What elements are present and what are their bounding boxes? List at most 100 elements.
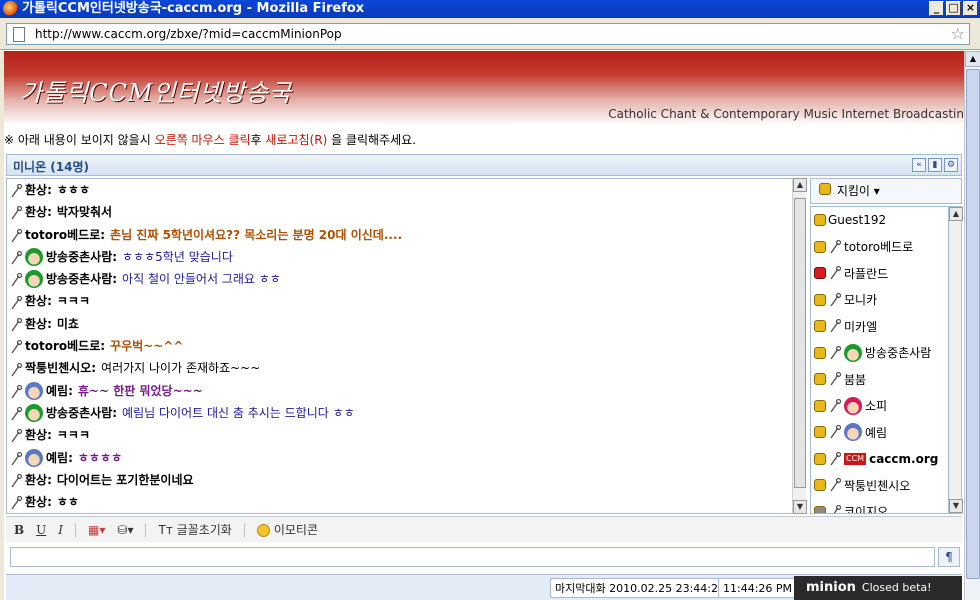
underline-button[interactable]: U [36, 523, 46, 537]
popout-icon[interactable]: ▮ [928, 158, 942, 172]
message-nick[interactable]: 환상: [25, 290, 52, 312]
close-button[interactable]: × [963, 1, 978, 16]
user-list-item[interactable]: CCM caccm.org [811, 446, 949, 473]
caccm-logo-icon: CCM [844, 452, 867, 465]
message-nick[interactable]: 짝퉁빈첸시오: [25, 357, 96, 379]
message-nick[interactable]: 환상: [25, 201, 52, 223]
microphone-icon [828, 425, 842, 439]
user-name: 소피 [865, 399, 888, 414]
role-badge-icon [814, 214, 826, 227]
message-nick[interactable]: 방송중촌사람: [46, 402, 117, 424]
user-name: totoro베드로 [844, 240, 914, 255]
chat-message: 환상: ㅋㅋㅋ [7, 424, 803, 446]
chat-message: totoro베드로: 촌님 진짜 5학년이셔요?? 목소리는 분명 20대 이신데… [7, 224, 803, 246]
message-nick[interactable]: 환상: [25, 313, 52, 335]
color-palette-icon[interactable]: ▦▾ [88, 523, 105, 537]
message-text: ㅋㅋㅋ [56, 428, 91, 443]
user-name: Guest192 [828, 213, 887, 228]
user-list-item[interactable]: 라플란드 [811, 260, 949, 287]
microphone-icon [9, 406, 23, 421]
scroll-up-icon[interactable]: ▲ [965, 51, 980, 67]
userlist-filter[interactable]: 지킴이 ▾ [810, 178, 962, 204]
role-badge-icon [814, 452, 826, 465]
chat-message: 방송중촌사람: ㅎㅎㅎ5학년 맞습니다 [7, 246, 803, 268]
scroll-thumb[interactable] [794, 198, 806, 488]
message-nick[interactable]: 환상: [25, 179, 52, 201]
last-chat-time: 마지막대화 2010.02.25 23:44:21 [550, 578, 730, 598]
message-nick[interactable]: 예림: [46, 380, 73, 402]
minimize-button[interactable]: _ [929, 1, 944, 16]
scroll-up-icon[interactable]: ▲ [793, 178, 807, 192]
microphone-icon [828, 478, 842, 492]
message-nick[interactable]: 방송중촌사람: [46, 246, 117, 268]
chat-message: 예림: ㅎㅎㅎㅎ [7, 447, 803, 469]
paint-bucket-icon[interactable]: ⛁▾ [117, 523, 133, 537]
message-text: 꾸우벅~~^^ [110, 339, 184, 354]
site-logo[interactable]: 가톨릭CCM인터넷방송국 [20, 73, 292, 108]
microphone-icon [828, 345, 842, 360]
reset-font-button[interactable]: Tт 글꼴초기화 [158, 521, 231, 538]
scroll-up-icon[interactable]: ▲ [949, 207, 963, 221]
role-badge-icon [814, 267, 826, 280]
user-avatar [25, 404, 43, 423]
microphone-icon [9, 339, 23, 354]
message-nick[interactable]: 방송중촌사람: [46, 268, 117, 290]
user-list-item[interactable]: 예림 [811, 419, 949, 446]
chat-scrollbar[interactable]: ▲ ▼ [792, 178, 807, 514]
user-list-item[interactable]: totoro베드로 [811, 234, 949, 261]
user-avatar [25, 448, 43, 467]
microphone-icon [9, 295, 23, 310]
emoticon-button[interactable]: 이모티콘 [256, 521, 318, 538]
chat-message: 방송중촌사람: 예림님 다이어트 대신 춤 추시는 드합니다 ㅎㅎ [7, 402, 803, 424]
minion-brand[interactable]: minion Closed beta! [794, 576, 962, 600]
message-text: 촌님 진짜 5학년이셔요?? 목소리는 분명 20대 이신데.... [110, 227, 403, 242]
address-field[interactable]: http://www.caccm.org/zbxe/?mid=caccmMini… [6, 23, 970, 45]
scroll-thumb[interactable] [966, 69, 980, 579]
maximize-button[interactable]: □ [946, 1, 961, 16]
user-name: 방송중촌사람 [865, 346, 932, 361]
user-avatar [25, 270, 43, 289]
panel-buttons: « ▮ ⚙ [912, 158, 958, 172]
user-list-item[interactable]: 방송중촌사람 [811, 340, 949, 367]
page-scrollbar[interactable]: ▲ [964, 51, 980, 600]
user-list-item[interactable]: 미카엘 [811, 313, 949, 340]
chat-message: 환상: ㅎㅎ [7, 491, 803, 513]
message-nick[interactable]: 환상: [25, 469, 52, 491]
message-nick[interactable]: 환상: [25, 424, 52, 446]
user-name: 짝퉁빈첸시오 [844, 478, 911, 493]
brand-name: minion [806, 580, 856, 595]
bold-button[interactable]: B [14, 523, 24, 537]
reset-font-label: 글꼴초기화 [176, 523, 232, 537]
message-nick[interactable]: totoro베드로: [25, 335, 105, 357]
user-list-item[interactable]: 붐붐 [811, 366, 949, 393]
divider [243, 522, 245, 537]
italic-button[interactable]: I [58, 523, 63, 537]
user-list-item[interactable]: 모니카 [811, 287, 949, 314]
user-list-item[interactable]: 코이지오 [811, 499, 949, 513]
clock: 11:44:26 PM [718, 578, 798, 598]
chat-input[interactable] [10, 547, 935, 567]
user-list-item[interactable]: 소피 [811, 393, 949, 420]
microphone-icon [9, 250, 23, 265]
collapse-icon[interactable]: « [912, 158, 926, 172]
role-badge-icon [814, 505, 826, 513]
notice-text: ※ 아래 내용이 보이지 않을시 [4, 133, 155, 147]
settings-icon[interactable]: ⚙ [944, 158, 958, 172]
user-avatar [844, 343, 862, 362]
role-badge-icon [814, 320, 826, 333]
divider [145, 522, 147, 537]
send-button[interactable]: ¶ [938, 547, 960, 567]
userlist-scrollbar[interactable]: ▲ ▼ [948, 206, 963, 514]
chat-message: 환상: 다이어트는 포기한분이네요 [7, 469, 803, 491]
user-list-item[interactable]: Guest192 [811, 207, 949, 234]
scroll-down-icon[interactable]: ▼ [949, 499, 963, 513]
message-nick[interactable]: totoro베드로: [25, 224, 105, 246]
chat-log[interactable]: 환상: ㅎㅎㅎ 환상: 박자맞춰서 totoro베드로: 촌님 진짜 5학년이셔요?? 목… [6, 178, 804, 514]
user-list-item[interactable]: 짝퉁빈첸시오 [811, 472, 949, 499]
message-nick[interactable]: 예림: [46, 447, 73, 469]
message-nick[interactable]: 환상: [25, 491, 52, 513]
message-text: ㅎㅎㅎ [56, 183, 91, 197]
scroll-down-icon[interactable]: ▼ [793, 500, 807, 514]
microphone-icon [9, 473, 23, 488]
bookmark-star-icon[interactable]: ☆ [951, 24, 965, 44]
